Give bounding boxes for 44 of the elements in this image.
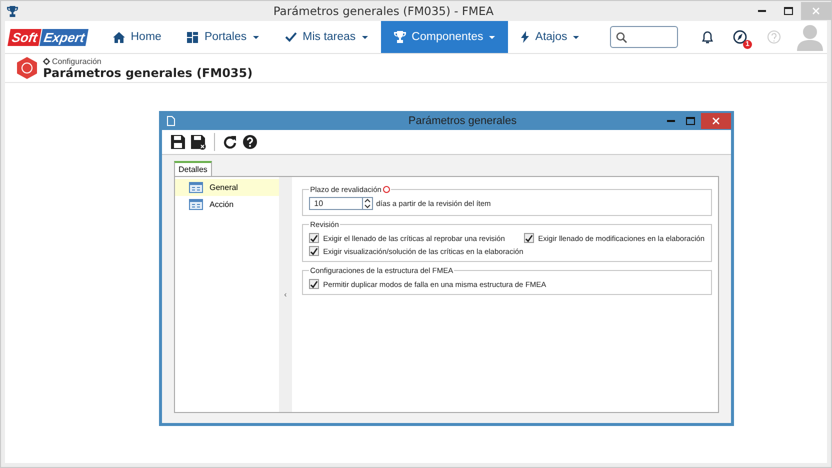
trophy-icon: [7, 6, 18, 16]
window-title: Parámetros generales (FM035) - FMEA: [272, 4, 495, 18]
grid-icon: [187, 32, 198, 42]
details-tab[interactable]: Detalles: [174, 161, 212, 176]
close-icon: [712, 116, 720, 124]
form-icon: [188, 182, 202, 193]
nav-menu-item[interactable]: Mis tareas: [272, 21, 381, 53]
checkbox[interactable]: [524, 233, 534, 243]
sidebar-item[interactable]: Acción: [174, 196, 279, 213]
save-button[interactable]: [170, 134, 186, 150]
maximize-icon[interactable]: [784, 7, 792, 15]
search-icon: [616, 32, 627, 42]
close-button[interactable]: [700, 112, 730, 128]
breadcrumb-link[interactable]: Configuración: [52, 56, 102, 66]
compass-icon[interactable]: [733, 30, 747, 44]
save-and-close-button[interactable]: [190, 134, 206, 150]
nav-menu-item[interactable]: Portales: [174, 21, 272, 53]
collapse-arrow[interactable]: ‹: [284, 290, 287, 299]
fmea-icon: [17, 57, 37, 79]
form-icon: [188, 199, 202, 210]
check-icon: [284, 32, 297, 42]
required-icon: [383, 186, 390, 193]
minimize-icon[interactable]: [666, 120, 674, 122]
checkbox[interactable]: [309, 233, 320, 243]
sidebar-item[interactable]: General: [174, 179, 279, 196]
logo[interactable]: Soft Expert: [5, 21, 100, 53]
page-title: Parámetros generales (FM035): [43, 66, 253, 80]
days-field[interactable]: 10: [309, 197, 374, 210]
bell-icon[interactable]: [702, 30, 713, 44]
trophy-icon: [394, 31, 406, 43]
checkbox[interactable]: [309, 279, 320, 289]
document-icon: [166, 116, 174, 126]
bolt-icon: [521, 31, 530, 43]
refresh-button[interactable]: [222, 134, 238, 150]
nav-menu-item[interactable]: Componentes: [380, 21, 508, 53]
dialog-title: Parámetros generales: [407, 114, 518, 126]
nav-menu-item[interactable]: Atajos: [508, 21, 592, 53]
spinner-icon[interactable]: [363, 198, 372, 209]
checkbox[interactable]: [309, 246, 320, 256]
help-button[interactable]: [242, 134, 258, 150]
close-icon: [812, 7, 820, 15]
nav-menu-item[interactable]: Home: [100, 21, 174, 53]
home-icon: [112, 32, 125, 42]
search-field[interactable]: [610, 26, 678, 48]
